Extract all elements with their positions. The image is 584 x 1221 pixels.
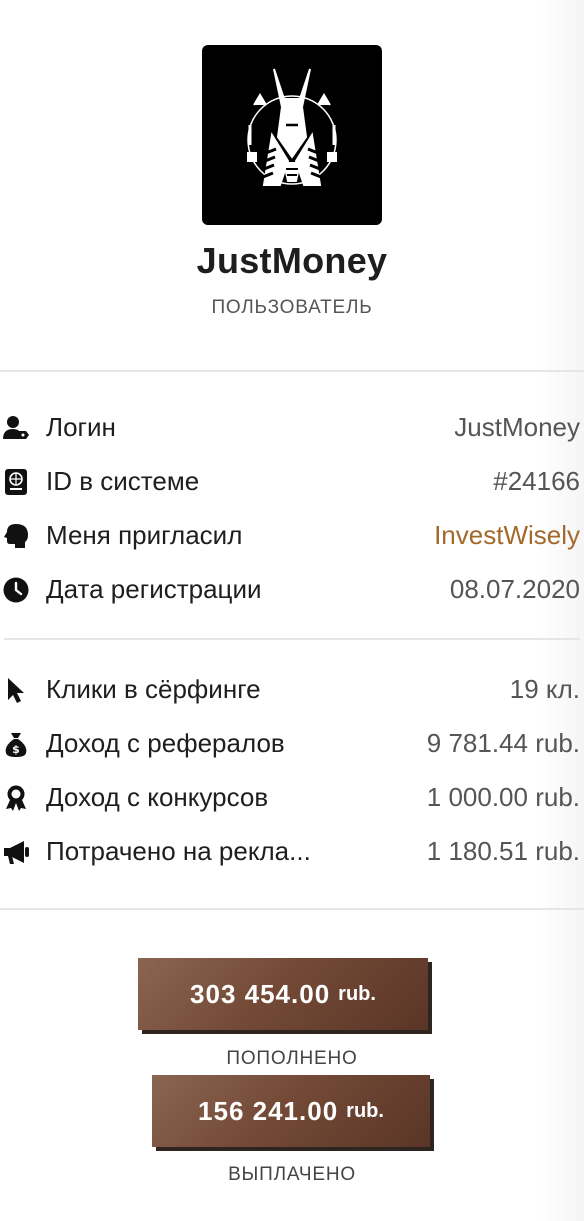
stat-value: 19 кл. [509,674,580,704]
withdrawn-amount: 156 241.00 [198,1095,339,1126]
info-row-registration-date: Дата регистрации 08.07.2020 [0,570,584,610]
stat-label: Потрачено на рекла... [46,836,311,866]
head-speech-icon [2,522,30,550]
user-role: ПОЛЬЗОВАТЕЛЬ [211,297,373,318]
withdrawn-total-button[interactable]: 156 241.00 rub. [152,1075,430,1147]
stat-value: 1 180.51 rub. [426,836,580,866]
stat-row-ad-spend: Потрачено на рекла... 1 180.51 rub. [0,832,584,872]
stat-row-surf-clicks: Клики в сёрфинге 19 кл. [0,670,584,710]
username: JustMoney [196,240,388,281]
info-label: Логин [46,412,116,442]
info-label: Меня пригласил [46,520,243,550]
divider [4,638,580,640]
stat-label: Доход с рефералов [46,728,285,758]
clock-icon [2,576,30,604]
withdrawn-caption: ВЫПЛАЧЕНО [228,1164,356,1185]
info-row-login: Логин JustMoney [0,408,584,448]
info-value: JustMoney [454,412,580,442]
award-icon [2,784,30,812]
deposited-amount: 303 454.00 [190,978,331,1009]
withdrawn-currency: rub. [346,1099,384,1122]
deposited-total-button[interactable]: 303 454.00 rub. [138,958,428,1030]
svg-text:$: $ [12,743,20,756]
profile-page: JustMoney ПОЛЬЗОВАТЕЛЬ Логин JustMoney I… [0,0,584,1221]
avatar [202,45,382,225]
stat-value: 9 781.44 rub. [426,728,580,758]
info-row-system-id: ID в системе #24166 [0,462,584,502]
info-value: #24166 [493,466,580,496]
passport-icon [2,468,30,496]
megaphone-icon [2,838,30,866]
divider [0,908,584,910]
cursor-icon [2,676,30,704]
deposited-caption: ПОПОЛНЕНО [226,1048,358,1069]
info-label: ID в системе [46,466,200,496]
stat-label: Доход с конкурсов [46,782,269,812]
info-value: 08.07.2020 [449,574,580,604]
divider [0,370,584,372]
stat-label: Клики в сёрфинге [46,674,261,704]
stat-row-contest-income: Доход с конкурсов 1 000.00 rub. [0,778,584,818]
info-row-referrer: Меня пригласил InvestWisely [0,516,584,556]
user-tag-icon [2,414,30,442]
stat-row-referral-income: $ Доход с рефералов 9 781.44 rub. [0,724,584,764]
deposited-currency: rub. [338,982,376,1005]
money-bag-icon: $ [2,730,30,758]
stat-value: 1 000.00 rub. [426,782,580,812]
info-label: Дата регистрации [46,574,262,604]
anubis-logo-icon [247,68,337,186]
referrer-link[interactable]: InvestWisely [434,520,580,551]
